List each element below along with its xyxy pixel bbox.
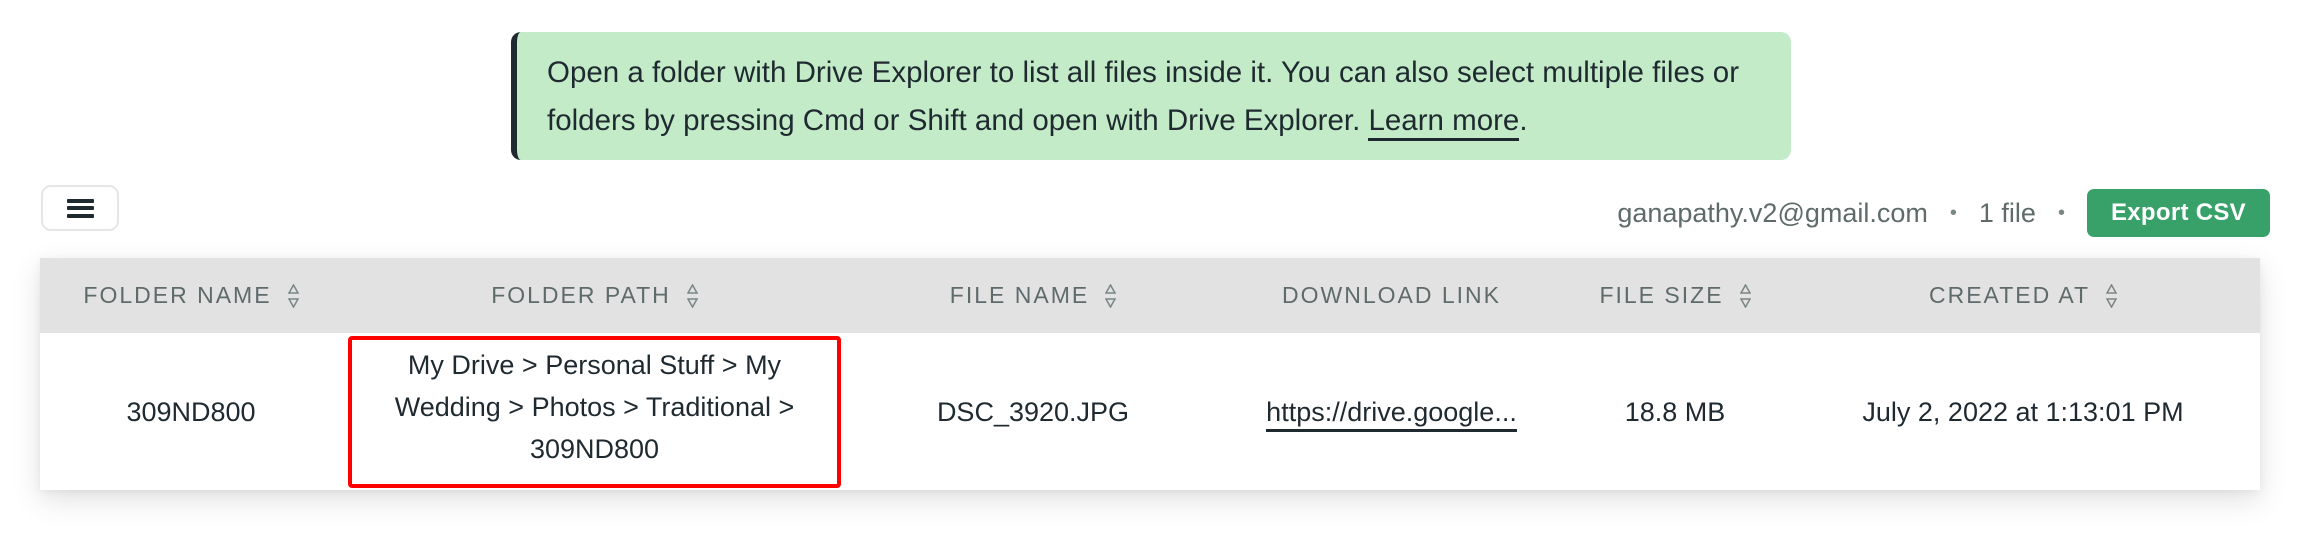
column-label: DOWNLOAD LINK — [1282, 282, 1501, 308]
separator-dot: • — [1949, 201, 1957, 224]
column-header-file-name[interactable]: FILE NAME — [847, 258, 1219, 333]
cell-file-size: 18.8 MB — [1624, 396, 1726, 427]
banner-trailing: . — [1519, 104, 1528, 137]
highlighted-folder-path: My Drive > Personal Stuff > My Wedding >… — [348, 336, 841, 488]
menu-button[interactable] — [41, 185, 119, 231]
column-header-folder-path[interactable]: FOLDER PATH — [342, 258, 847, 333]
download-link[interactable]: https://drive.google... — [1266, 396, 1517, 432]
learn-more-link[interactable]: Learn more — [1368, 104, 1520, 141]
column-label: FOLDER NAME — [83, 282, 272, 308]
separator-dot: • — [2057, 201, 2065, 224]
cell-folder-path: My Drive > Personal Stuff > My Wedding >… — [342, 333, 847, 490]
toolbar-right: ganapathy.v2@gmail.com • 1 file • Export… — [1617, 189, 2270, 237]
sort-icon[interactable] — [2106, 283, 2117, 308]
cell-created-at: July 2, 2022 at 1:13:01 PM — [1862, 396, 2184, 427]
export-csv-button[interactable]: Export CSV — [2086, 189, 2270, 237]
files-table: FOLDER NAME FOLDER PATH FILE NAME DOWNLO… — [40, 258, 2260, 490]
sort-icon[interactable] — [1739, 283, 1751, 308]
cell-file-name: DSC_3920.JPG — [936, 396, 1130, 427]
sort-icon[interactable] — [686, 283, 698, 308]
column-header-folder-name[interactable]: FOLDER NAME — [40, 258, 342, 333]
info-banner: Open a folder with Drive Explorer to lis… — [511, 32, 1791, 160]
column-label: FILE SIZE — [1599, 282, 1724, 308]
column-header-file-size[interactable]: FILE SIZE — [1564, 258, 1786, 333]
column-label: FOLDER PATH — [491, 282, 671, 308]
sort-icon[interactable] — [1105, 283, 1117, 308]
hamburger-menu-icon — [66, 198, 94, 218]
column-header-download-link: DOWNLOAD LINK — [1219, 258, 1564, 333]
file-count: 1 file — [1978, 197, 2036, 228]
sort-icon[interactable] — [287, 283, 299, 308]
account-email: ganapathy.v2@gmail.com — [1617, 197, 1928, 228]
cell-download-link: https://drive.google... — [1219, 333, 1564, 490]
column-label: CREATED AT — [1929, 282, 2090, 308]
column-header-created-at[interactable]: CREATED AT — [1786, 258, 2260, 333]
banner-text: Open a folder with Drive Explorer to lis… — [547, 56, 1740, 137]
table-header-row: FOLDER NAME FOLDER PATH FILE NAME DOWNLO… — [40, 258, 2260, 333]
cell-folder-name: 309ND800 — [126, 396, 256, 427]
column-label: FILE NAME — [949, 282, 1090, 308]
table-row: 309ND800 My Drive > Personal Stuff > My … — [40, 333, 2260, 490]
